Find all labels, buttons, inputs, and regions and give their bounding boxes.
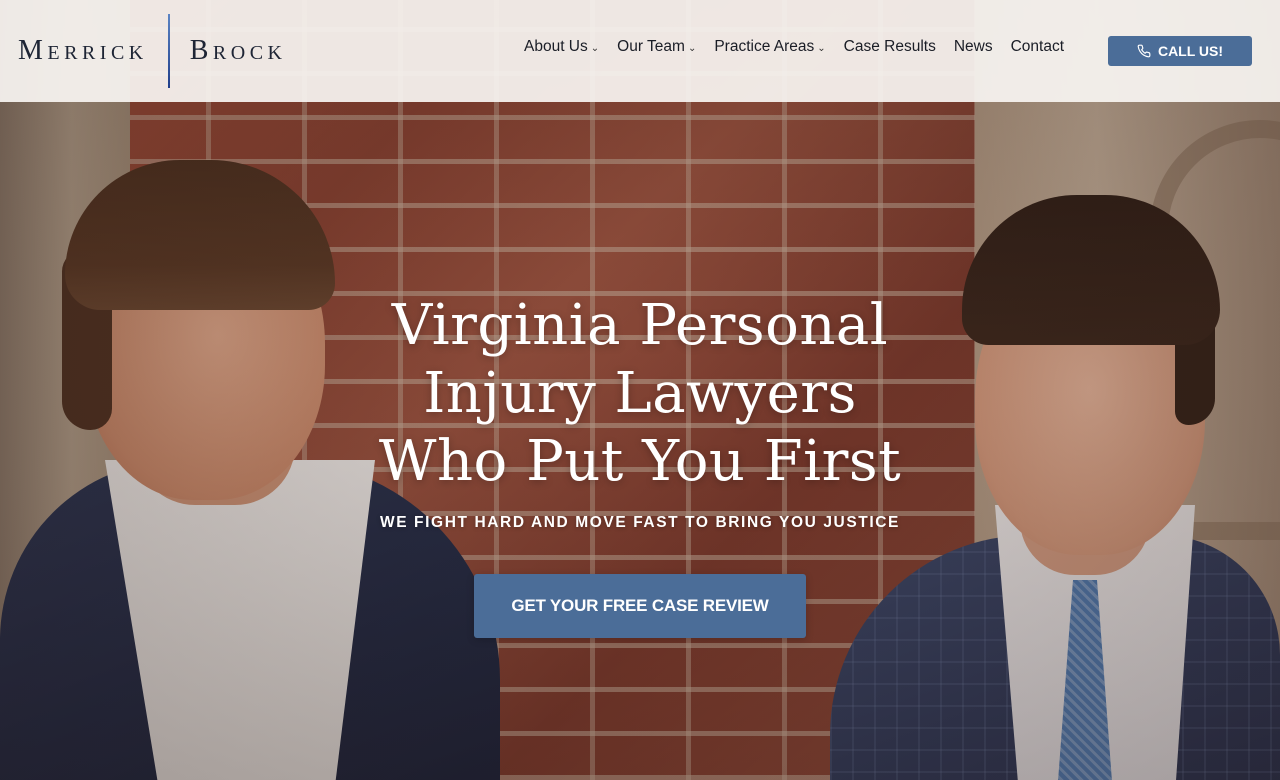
nav-item-about-us[interactable]: About Us ⌄ — [524, 38, 599, 56]
nav-item-news[interactable]: News — [954, 38, 993, 56]
chevron-down-icon: ⌄ — [590, 42, 600, 54]
nav-item-case-results[interactable]: Case Results — [844, 38, 936, 56]
call-us-button[interactable]: CALL US! — [1108, 36, 1252, 66]
nav-item-label: About Us — [524, 38, 588, 55]
logo-text-right: Brock — [189, 35, 287, 66]
nav-item-contact[interactable]: Contact — [1011, 38, 1064, 56]
logo-divider — [167, 14, 170, 88]
headline-line: Injury Lawyers — [423, 361, 857, 426]
logo[interactable]: Merrick Brock — [18, 14, 287, 88]
main-nav: About Us ⌄ Our Team ⌄ Practice Areas ⌄ C… — [524, 38, 1082, 56]
nav-item-practice-areas[interactable]: Practice Areas ⌄ — [714, 38, 825, 56]
phone-icon — [1137, 44, 1151, 58]
hero-subheadline: WE FIGHT HARD AND MOVE FAST TO BRING YOU… — [379, 514, 900, 531]
nav-item-label: Our Team — [617, 38, 685, 55]
free-case-review-button[interactable]: GET YOUR FREE CASE REVIEW — [474, 574, 806, 638]
cta-label: GET YOUR FREE CASE REVIEW — [511, 596, 769, 615]
nav-item-label: Case Results — [843, 38, 936, 55]
nav-item-our-team[interactable]: Our Team ⌄ — [617, 38, 696, 56]
nav-item-label: Practice Areas — [714, 38, 815, 55]
hero-headline: Virginia Personal Injury Lawyers Who Put… — [340, 292, 940, 496]
chevron-down-icon: ⌄ — [687, 42, 697, 54]
nav-item-label: Contact — [1010, 38, 1065, 55]
headline-line: Virginia Personal — [391, 293, 889, 358]
logo-text-left: Merrick — [18, 35, 148, 66]
site-header: Merrick Brock About Us ⌄ Our Team ⌄ Prac… — [0, 0, 1280, 102]
nav-item-label: News — [953, 38, 993, 55]
headline-line: Who Put You First — [378, 429, 902, 494]
chevron-down-icon: ⌄ — [817, 42, 826, 54]
call-us-label: CALL US! — [1157, 43, 1224, 59]
